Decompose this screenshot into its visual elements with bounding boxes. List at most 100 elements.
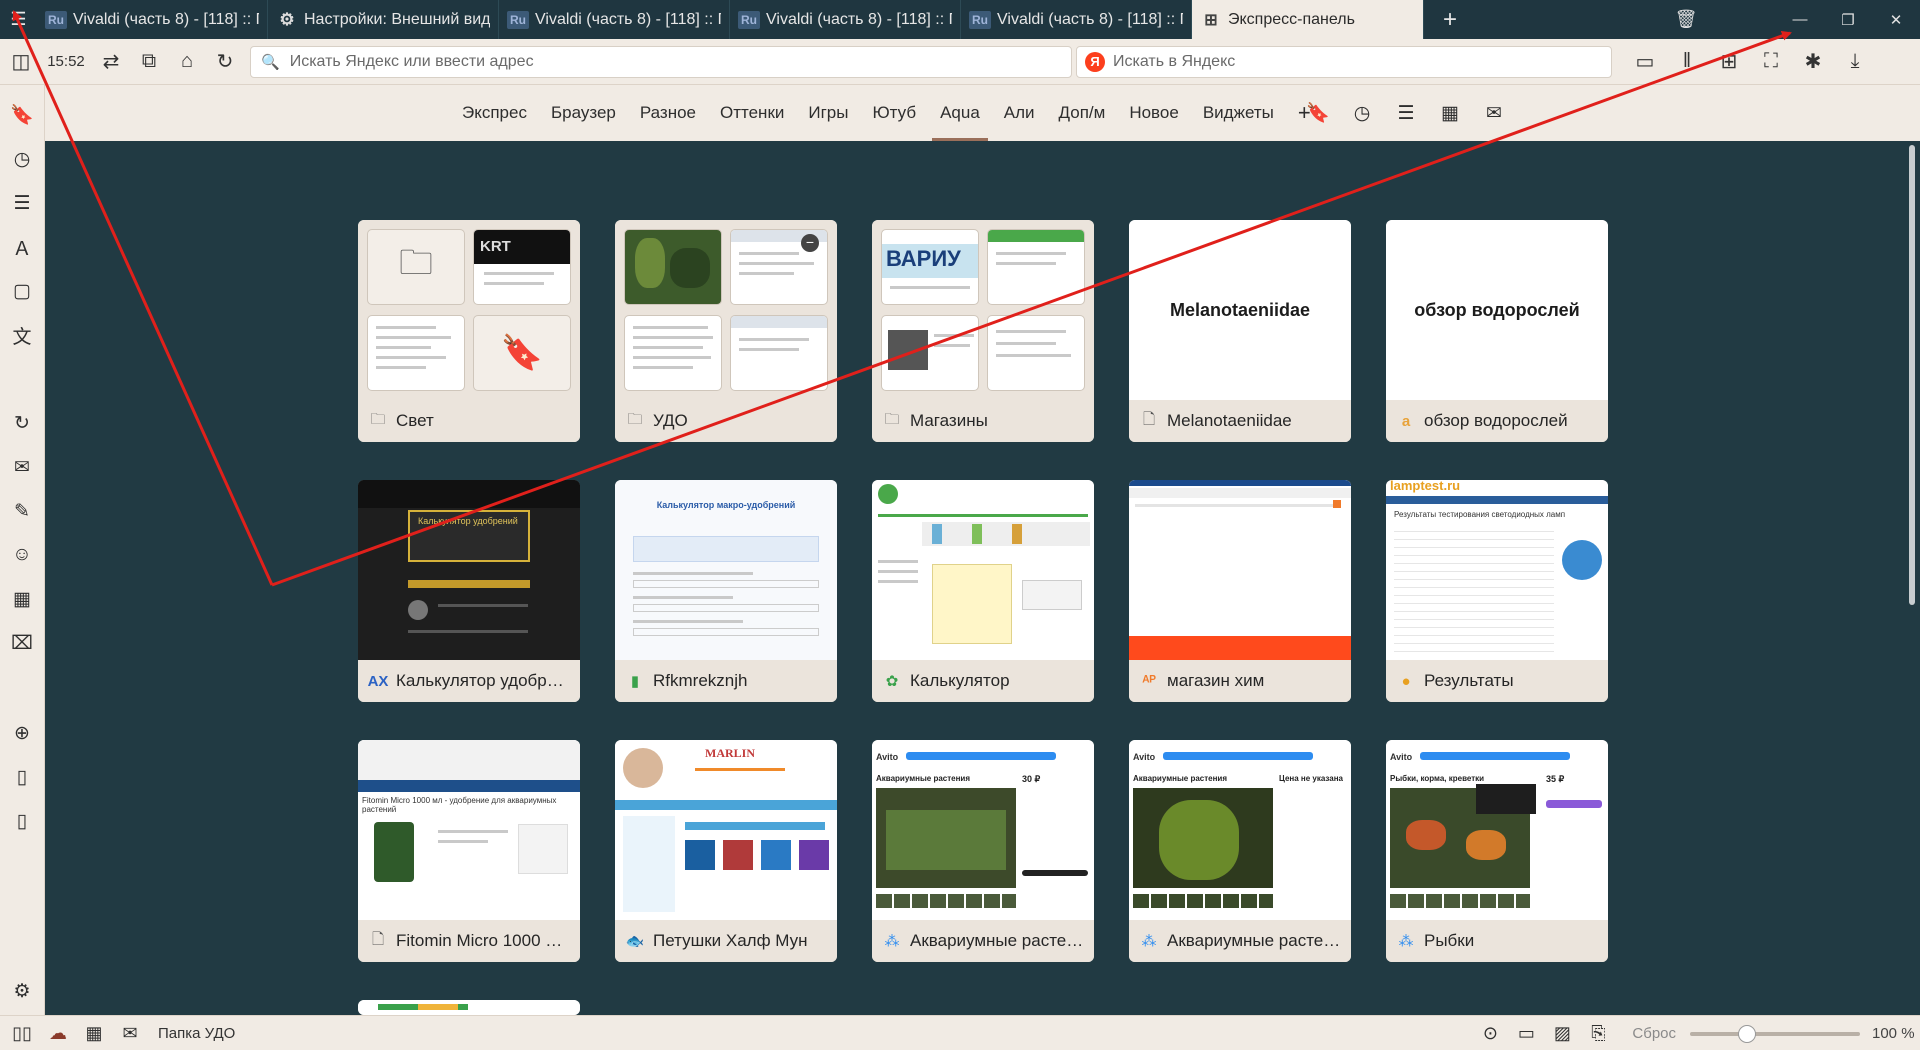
speed-dial-tile[interactable]: MARLIN 🐟 Петушки Халф Мун (615, 740, 837, 962)
tile-icon[interactable]: ▭ (1508, 1019, 1544, 1049)
group-tab[interactable]: Экспрес (450, 85, 539, 141)
tab[interactable]: ⚙ Настройки: Внешний вид (268, 0, 499, 39)
web-panel-icon[interactable]: ▯ (4, 759, 40, 795)
capture-icon[interactable]: ⊙ (1472, 1019, 1508, 1049)
window-icon[interactable]: ▢ (4, 273, 40, 309)
closed-tabs-trash-icon[interactable]: 🗑 (1656, 0, 1716, 39)
group-tab[interactable]: Али (992, 85, 1047, 141)
tile-tabs-icon[interactable]: ⧉ (130, 43, 168, 81)
downloads-icon[interactable]: ⤓ (1836, 43, 1874, 81)
folder-preview: 🗀 KRT 🔖 (358, 220, 580, 400)
speed-dial-tile[interactable]: ✿ Калькулятор (872, 480, 1094, 702)
vivaldi-menu-icon[interactable]: ☰ (0, 0, 37, 39)
group-tab[interactable]: Браузер (539, 85, 628, 141)
tile-title: Рыбки (1424, 931, 1475, 950)
speed-dial-tile[interactable]: ᴬᴾ магазин хим (1129, 480, 1351, 702)
speed-dial-tile[interactable]: Melanotaeniidae 🗋 Melanotaeniidae (1129, 220, 1351, 442)
url-field[interactable]: 🔍 (250, 45, 1072, 78)
mail-icon[interactable]: ✉ (1481, 100, 1507, 126)
sync-icon[interactable]: ↻ (4, 405, 40, 441)
group-tab-active[interactable]: Aqua (928, 85, 992, 141)
mini-thumb (987, 315, 1085, 391)
calendar-icon[interactable]: ▦ (76, 1018, 112, 1048)
speed-dial-folder[interactable]: − 🗀 УДО (615, 220, 837, 442)
group-tab[interactable]: Оттенки (708, 85, 796, 141)
grid-icon: ⊞ (1204, 11, 1218, 29)
group-tab[interactable]: Новое (1117, 85, 1190, 141)
tab[interactable]: Ru Vivaldi (часть 8) - [118] :: Пр (730, 0, 961, 39)
search-icon: 🔍 (261, 53, 280, 71)
switch-tabs-icon[interactable]: ⇄ (92, 43, 130, 81)
grid-icon[interactable]: ⊞ (1710, 43, 1748, 81)
bookmarks-icon[interactable]: 🔖 (4, 97, 40, 133)
mini-thumb: − (730, 229, 828, 305)
barcode-icon[interactable]: ‖ (1668, 43, 1706, 81)
panel-toggle-icon[interactable]: ◫ (2, 43, 40, 81)
group-tab[interactable]: Разное (628, 85, 708, 141)
avito-icon: ⁂ (884, 933, 900, 950)
minimize-button[interactable]: — (1776, 0, 1824, 39)
mail-icon[interactable]: ✉ (112, 1018, 148, 1048)
notes-icon[interactable]: ☰ (4, 185, 40, 221)
scroll-thumb[interactable] (1909, 145, 1915, 605)
url-input[interactable] (289, 52, 1061, 71)
group-tab[interactable]: Виджеты (1191, 85, 1286, 141)
status-bar: ▯▯ ☁ ▦ ✉ Папка УДО ⊙ ▭ ▨ ⎘ Сброс 100 % (0, 1015, 1920, 1050)
settings-gear-icon[interactable]: ⚙ (4, 973, 40, 1009)
translate-icon[interactable]: 文 (4, 317, 40, 353)
speed-dial-tile[interactable]: Avito Аквариумные растения 30 ₽ ⁂ Аквариу… (872, 740, 1094, 962)
reading-list-icon[interactable]: Ａ (4, 229, 40, 265)
page-actions-icon[interactable]: ⎘ (1580, 1019, 1616, 1049)
speed-dial-tile[interactable]: обзор водорослей a обзор водорослей (1386, 220, 1608, 442)
scrollbar[interactable] (1904, 141, 1920, 1015)
images-icon[interactable]: ▨ (1544, 1019, 1580, 1049)
speed-dial-tile[interactable]: Avito Рыбки, корма, креветки 35 ₽ ⁂ Рыбки (1386, 740, 1608, 962)
speed-dial-folder[interactable]: ВАРИУ 🗀 Магазины (872, 220, 1094, 442)
mail-icon[interactable]: ✉ (4, 449, 40, 485)
mail-compose-icon[interactable]: ✎ (4, 493, 40, 529)
reload-icon[interactable]: ↻ (206, 43, 244, 81)
group-tab[interactable]: Игры (796, 85, 860, 141)
zoom-reset-button[interactable]: Сброс (1632, 1025, 1676, 1042)
group-tab[interactable]: Доп/м (1047, 85, 1118, 141)
window-spacer (1716, 0, 1776, 39)
zoom-slider-knob[interactable] (1737, 1024, 1756, 1043)
history-icon[interactable]: ◷ (4, 141, 40, 177)
yandex-logo: Я (1085, 51, 1105, 72)
tab-active[interactable]: ⊞ Экспресс-панель (1192, 0, 1424, 39)
zoom-slider[interactable] (1690, 1024, 1860, 1043)
window-panel-icon[interactable]: ▭ (1626, 43, 1664, 81)
notes-icon[interactable]: ☰ (1393, 100, 1419, 126)
add-panel-icon[interactable]: ⊕ (4, 715, 40, 751)
contacts-icon[interactable]: ☺ (4, 537, 40, 573)
speed-dial-tile[interactable]: Fitomin Micro 1000 мл - удобрение для ак… (358, 740, 580, 962)
speed-dial-tile[interactable]: Avito Аквариумные растения Цена не указа… (1129, 740, 1351, 962)
web-panel-icon[interactable]: ▯ (4, 803, 40, 839)
panel-toggle-icon[interactable]: ▯▯ (4, 1018, 40, 1048)
lamp-icon: ● (1401, 672, 1411, 690)
calendar-icon[interactable]: ▦ (1437, 100, 1463, 126)
bookmarks-icon[interactable]: 🔖 (1305, 100, 1331, 126)
speed-dial-folder[interactable]: 🗀 KRT 🔖 🗀 Свет (358, 220, 580, 442)
tab[interactable]: Ru Vivaldi (часть 8) - [118] :: Пр (37, 0, 268, 39)
group-tab[interactable]: Ютуб (860, 85, 928, 141)
tab[interactable]: Ru Vivaldi (часть 8) - [118] :: Пр (499, 0, 730, 39)
mini-thumb (624, 229, 722, 305)
speed-dial-tile[interactable]: lamptest.ru Результаты тестирования свет… (1386, 480, 1608, 702)
speed-dial-tile-partial[interactable] (358, 1000, 580, 1015)
history-icon[interactable]: ◷ (1349, 100, 1375, 126)
speed-dial-tile[interactable]: Калькулятор макро-удобрений ▮ Rfkmrekznjh (615, 480, 837, 702)
close-button[interactable]: ✕ (1872, 0, 1920, 39)
extensions-icon[interactable]: ✱ (1794, 43, 1832, 81)
home-icon[interactable]: ⌂ (168, 43, 206, 81)
cloud-sync-icon[interactable]: ☁ (40, 1018, 76, 1048)
calendar-icon[interactable]: ▦ (4, 581, 40, 617)
maximize-button[interactable]: ❐ (1824, 0, 1872, 39)
new-tab-button[interactable]: + (1424, 0, 1476, 39)
tab[interactable]: Ru Vivaldi (часть 8) - [118] :: Пр (961, 0, 1192, 39)
search-input[interactable] (1113, 52, 1603, 71)
search-field[interactable]: Я (1076, 45, 1612, 78)
capture-icon[interactable]: ⛶ (1752, 43, 1790, 81)
speed-dial-tile[interactable]: Калькулятор удобрений AX Калькулятор удоб… (358, 480, 580, 702)
tasks-icon[interactable]: ⌧ (4, 625, 40, 661)
